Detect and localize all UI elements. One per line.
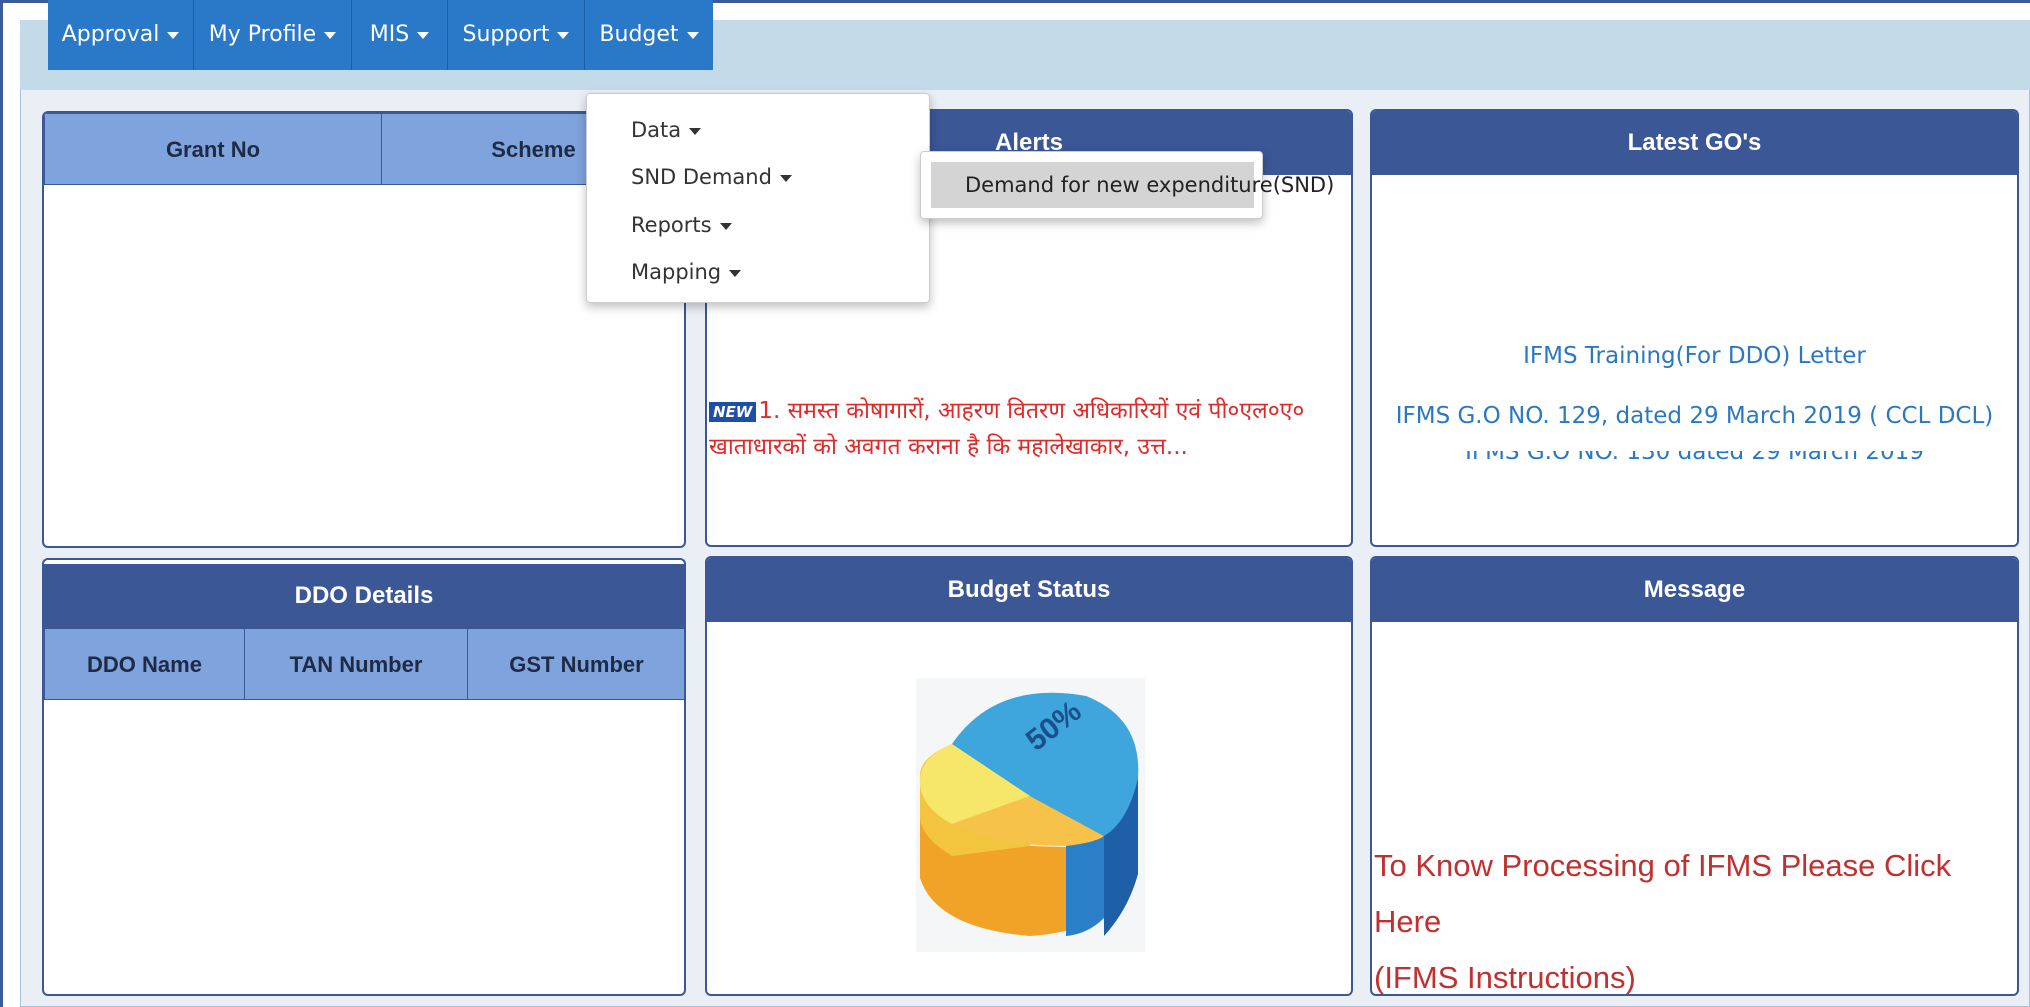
nav-support-label: Support: [462, 22, 550, 47]
budget-menu-reports[interactable]: Reports: [631, 213, 732, 237]
new-badge: NEW: [709, 401, 757, 422]
alert-line-2: खाताधारकों को अवगत कराना है कि महालेखाका…: [709, 434, 1188, 460]
budget-menu-data-label: Data: [631, 118, 682, 142]
latest-gos-panel: Latest GO's IFMS Training(For DDO) Lette…: [1370, 109, 2019, 547]
budget-status-panel: Budget Status 50%: [705, 556, 1353, 996]
ddo-details-panel: DDO Details DDO Name TAN Number GST Numb…: [42, 558, 686, 996]
nav-budget[interactable]: Budget: [585, 0, 713, 70]
ifms-instructions-link[interactable]: To Know Processing of IFMS Please Click …: [1374, 838, 2015, 995]
budget-pie-chart-image: 50%: [916, 678, 1145, 952]
ddo-table-header: DDO Name TAN Number GST Number: [44, 628, 684, 700]
nav-budget-label: Budget: [599, 22, 679, 47]
budget-menu-reports-label: Reports: [631, 213, 712, 237]
message-title: Message: [1372, 558, 2017, 622]
budget-menu-snd-demand-label: SND Demand: [631, 165, 772, 189]
nav-approval-label: Approval: [61, 22, 160, 47]
budget-menu-snd-demand[interactable]: SND Demand: [631, 165, 792, 189]
nav-mis-label: MIS: [369, 22, 410, 47]
pie-chart-icon: 50%: [919, 692, 1139, 936]
go-link-129[interactable]: IFMS G.O NO. 129, dated 29 March 2019 ( …: [1372, 403, 2017, 429]
caret-down-icon: [719, 222, 732, 230]
caret-down-icon: [779, 174, 792, 182]
column-gst-number[interactable]: GST Number: [467, 628, 684, 700]
caret-down-icon: [557, 31, 570, 39]
message-panel: Message To Know Processing of IFMS Pleas…: [1370, 556, 2019, 996]
caret-down-icon: [689, 127, 702, 135]
alert-news-item[interactable]: NEW 1. समस्त कोषागारों, आहरण वितरण अधिकार…: [709, 393, 1347, 465]
go-link-training-letter[interactable]: IFMS Training(For DDO) Letter: [1372, 343, 2017, 369]
nav-approval[interactable]: Approval: [48, 0, 194, 70]
budget-menu-data[interactable]: Data: [631, 118, 702, 142]
nav-my-profile[interactable]: My Profile: [194, 0, 352, 70]
message-line-1: To Know Processing of IFMS Please Click …: [1374, 848, 1952, 939]
alert-line-1: 1. समस्त कोषागारों, आहरण वितरण अधिकारियो…: [758, 398, 1305, 424]
submenu-demand-new-expenditure[interactable]: Demand for new expenditure(SND): [931, 162, 1334, 208]
snd-demand-submenu: Demand for new expenditure(SND): [920, 151, 1334, 219]
column-ddo-name[interactable]: DDO Name: [44, 628, 245, 700]
caret-down-icon: [686, 31, 699, 39]
message-line-2: (IFMS Instructions): [1374, 960, 1636, 995]
latest-gos-title: Latest GO's: [1372, 111, 2017, 175]
caret-down-icon: [417, 31, 430, 39]
caret-down-icon: [324, 31, 337, 39]
caret-down-icon: [167, 31, 180, 39]
budget-menu-mapping[interactable]: Mapping: [631, 260, 742, 284]
nav-mis[interactable]: MIS: [352, 0, 448, 70]
ddo-details-title: DDO Details: [44, 564, 684, 628]
nav-support[interactable]: Support: [448, 0, 585, 70]
budget-menu-mapping-label: Mapping: [631, 260, 722, 284]
go-scroll-clip: IFMS G.O NO. 130 dated 29 March 2019: [1372, 451, 2017, 465]
nav-my-profile-label: My Profile: [208, 22, 317, 47]
go-link-130[interactable]: IFMS G.O NO. 130 dated 29 March 2019: [1372, 451, 2017, 465]
column-tan-number[interactable]: TAN Number: [244, 628, 468, 700]
budget-status-title: Budget Status: [707, 558, 1351, 622]
budget-dropdown-menu: Data SND Demand Reports Mapping: [586, 93, 930, 303]
column-grant-no[interactable]: Grant No: [44, 113, 382, 185]
caret-down-icon: [729, 269, 742, 277]
